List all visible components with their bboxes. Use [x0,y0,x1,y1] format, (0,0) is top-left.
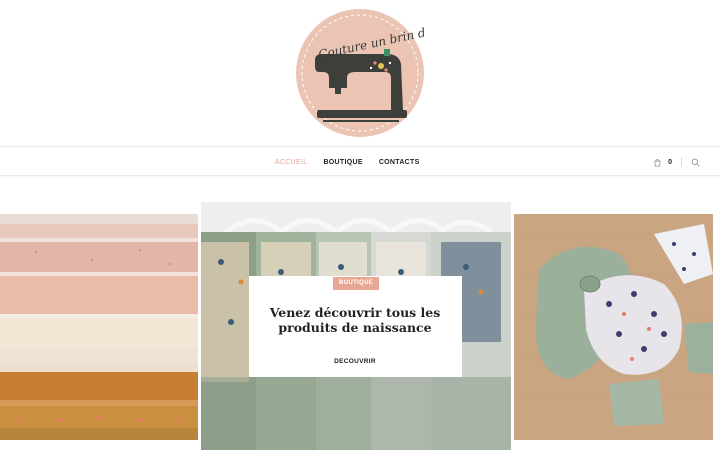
search-icon[interactable] [691,158,700,167]
nav-item-contacts[interactable]: CONTACTS [379,159,420,166]
decouvrir-link[interactable]: DECOUVRIR [255,358,455,365]
sewing-machine-logo-icon: Couture un brin d'amour [296,9,470,137]
cart-count[interactable]: 0 [668,159,672,166]
nav-actions: 0 [653,147,700,177]
slide-fabrics[interactable] [0,214,198,440]
nav-item-accueil[interactable]: ACCUEIL [275,159,307,166]
nav-divider [681,157,682,167]
nav-item-boutique[interactable]: BOUTIQUE [323,159,362,166]
folded-fabrics-image [0,214,198,440]
slide-category-badge[interactable]: BOUTIQUE [333,277,379,290]
nav-menu: ACCUEIL BOUTIQUE CONTACTS [275,147,420,177]
main-nav: ACCUEIL BOUTIQUE CONTACTS 0 [0,146,720,176]
slide-title: Venez découvrir tous les produits de nai… [269,305,441,335]
bibs-image [514,214,713,440]
shopping-bag-icon[interactable] [653,158,662,167]
slide-bavoirs[interactable] [514,214,713,440]
site-logo[interactable]: Couture un brin d'amour [295,8,470,138]
site-header: Couture un brin d'amour [0,0,720,146]
